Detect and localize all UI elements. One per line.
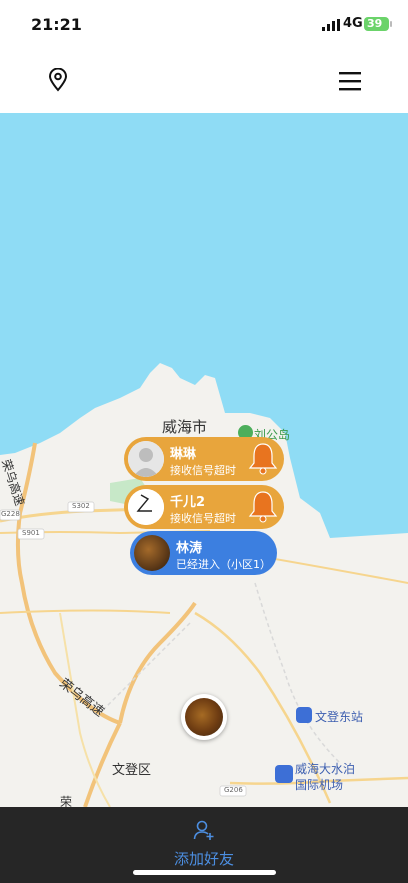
road-label-s901: S901 xyxy=(22,529,40,537)
bottom-bar: 添加好友 xyxy=(0,807,408,883)
battery-level: 39 xyxy=(367,17,383,30)
add-friend-button[interactable]: 添加好友 xyxy=(0,848,408,869)
add-user-icon[interactable] xyxy=(193,819,215,841)
friend-status: 接收信号超时 xyxy=(170,464,236,477)
bell-icon[interactable] xyxy=(248,489,278,523)
road-label-g228: G228 xyxy=(1,510,20,518)
friend-status: 已经进入（小区1） xyxy=(176,558,271,571)
my-avatar xyxy=(185,698,223,736)
network-type: 4G xyxy=(343,16,363,31)
friend-card[interactable]: 琳琳 接收信号超时 xyxy=(124,437,284,481)
friend-card[interactable]: 千儿2 接收信号超时 xyxy=(124,485,284,529)
map-label-rong-partial: 荣 xyxy=(60,795,73,807)
default-avatar-icon xyxy=(128,441,164,477)
friend-avatar xyxy=(128,489,164,525)
my-location-marker[interactable] xyxy=(181,694,227,740)
map-label-wendeng: 文登区 xyxy=(112,763,152,778)
menu-icon[interactable] xyxy=(338,70,362,92)
friend-name: 千儿2 xyxy=(170,495,206,510)
friend-name: 林涛 xyxy=(176,541,203,556)
station-icon xyxy=(296,707,312,723)
top-bar xyxy=(0,50,408,113)
map-label-airport-line2: 国际机场 xyxy=(295,778,344,792)
signal-icon xyxy=(322,19,340,31)
status-bar: 21:21 4G 39 xyxy=(0,0,408,50)
friend-avatar xyxy=(134,535,170,571)
home-indicator xyxy=(133,870,276,875)
status-time: 21:21 xyxy=(31,15,82,34)
map-label-weihai: 威海市 xyxy=(162,418,208,436)
airport-icon xyxy=(275,765,293,783)
friend-card[interactable]: 林涛 已经进入（小区1） xyxy=(130,531,277,575)
map-view[interactable]: 威海市 刘公岛 荣乌高速 荣乌高速 文登区 文登东站 威海大水泊 国际机场 G2… xyxy=(0,113,408,807)
map-label-airport-line1: 威海大水泊 xyxy=(295,762,356,776)
road-label-g206: G206 xyxy=(224,786,243,794)
friend-name: 琳琳 xyxy=(170,447,197,462)
battery-indicator: 39 xyxy=(364,17,392,31)
bell-icon[interactable] xyxy=(248,441,278,475)
location-pin-icon[interactable] xyxy=(47,68,69,92)
friend-status: 接收信号超时 xyxy=(170,512,236,525)
road-label-s302: S302 xyxy=(72,502,90,510)
map-label-wendeng-east: 文登东站 xyxy=(315,710,364,724)
